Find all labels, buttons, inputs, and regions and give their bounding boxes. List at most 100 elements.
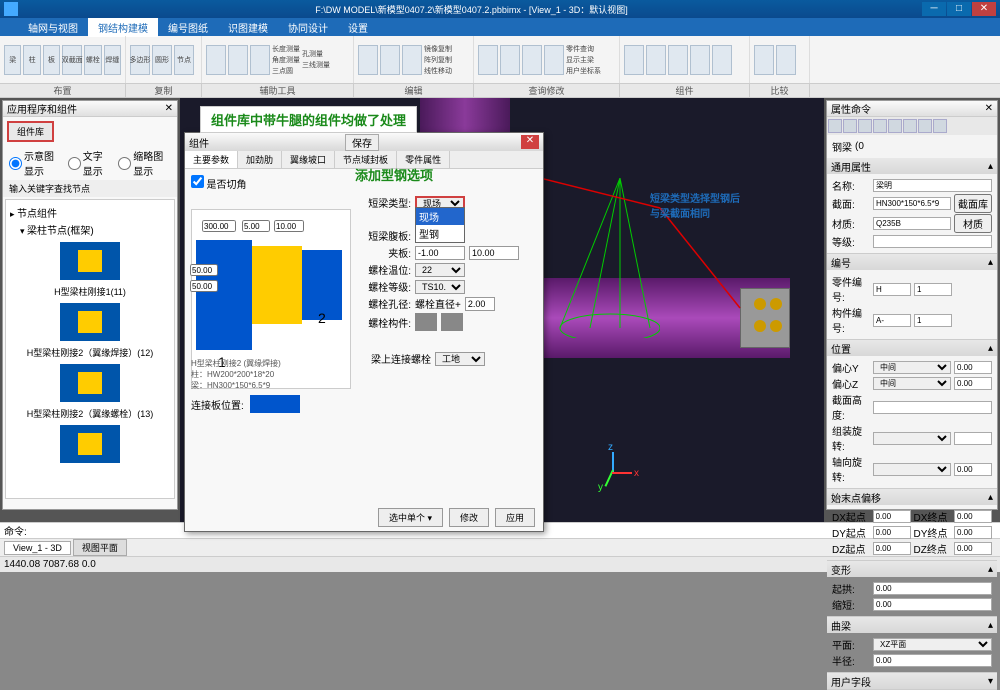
maximize-button[interactable]: □	[947, 2, 971, 16]
eccz-val[interactable]	[954, 377, 992, 390]
minimize-button[interactable]: ─	[922, 2, 946, 16]
rp-tool-6[interactable]	[903, 119, 917, 133]
clearance-input-1[interactable]	[415, 246, 465, 260]
ribbon-auxpt[interactable]	[206, 45, 226, 75]
apply-button[interactable]: 应用	[495, 508, 535, 527]
rp-tool-5[interactable]	[888, 119, 902, 133]
ribbon-poly[interactable]: 多边形	[130, 45, 150, 75]
menu-tab-4[interactable]: 协同设计	[278, 18, 338, 37]
dim-d[interactable]	[190, 264, 218, 276]
prop-section-input[interactable]	[873, 197, 951, 210]
tree-thumb-3[interactable]	[60, 425, 120, 463]
beam-conn-select[interactable]: 工地	[435, 352, 485, 366]
ribbon-mv[interactable]	[402, 45, 422, 75]
ribbon-comp2[interactable]	[646, 45, 666, 75]
menu-tab-5[interactable]: 设置	[338, 18, 378, 37]
ribbon-auxpl[interactable]	[250, 45, 270, 75]
eccz-sel[interactable]: 中间	[873, 377, 951, 390]
menu-tab-1[interactable]: 钢结构建模	[88, 18, 158, 37]
curve-plane[interactable]: XZ平面	[873, 638, 992, 651]
ribbon-beam[interactable]: 梁	[4, 45, 21, 75]
eccy-val[interactable]	[954, 361, 992, 374]
dxs[interactable]	[873, 510, 911, 523]
dys[interactable]	[873, 526, 911, 539]
rp-sec-position[interactable]: 位置▴	[827, 340, 997, 356]
prop-name-input[interactable]	[873, 179, 992, 192]
partno-p[interactable]	[873, 283, 911, 296]
component-tree[interactable]: ▸ 节点组件 ▾ 梁柱节点(框架) H型梁柱刚接1(11) H型梁柱刚接2（翼缘…	[5, 199, 175, 499]
tree-thumb-1[interactable]	[60, 303, 120, 341]
ribbon-box[interactable]	[380, 45, 400, 75]
dim-e[interactable]	[190, 280, 218, 292]
deform-reduce[interactable]	[873, 598, 992, 611]
dye[interactable]	[954, 526, 992, 539]
ribbon-cmp1[interactable]	[754, 45, 774, 75]
dialog-close-icon[interactable]: ✕	[521, 135, 539, 149]
left-panel-close-icon[interactable]: ✕	[165, 103, 173, 114]
assyno-n[interactable]	[914, 314, 952, 327]
sech-input[interactable]	[873, 401, 992, 414]
membrot-sel[interactable]	[873, 463, 951, 476]
assyrot-sel[interactable]	[873, 432, 951, 445]
short-beam-type-dropdown[interactable]: 现场 型钢	[415, 207, 465, 243]
bolt-fitting-icon-1[interactable]	[415, 313, 437, 331]
ribbon-comp4[interactable]	[690, 45, 710, 75]
ribbon-boltpart[interactable]	[522, 45, 542, 75]
dlg-tab-1[interactable]: 加劲肋	[238, 151, 282, 168]
ribbon-main[interactable]	[500, 45, 520, 75]
save-button[interactable]: 保存	[345, 134, 379, 151]
rp-sec-curve[interactable]: 曲梁▴	[827, 617, 997, 633]
material-button[interactable]: 材质	[954, 214, 992, 233]
dim-a[interactable]	[202, 220, 236, 232]
modify-button[interactable]: 修改	[449, 508, 489, 527]
select-single-button[interactable]: 选中单个 ▾	[378, 508, 443, 527]
prop-prefix-input[interactable]	[873, 235, 992, 248]
rp-tool-3[interactable]	[858, 119, 872, 133]
menu-tab-3[interactable]: 识图建模	[218, 18, 278, 37]
partno-n[interactable]	[914, 283, 952, 296]
ribbon-comp5[interactable]	[712, 45, 732, 75]
ribbon-plate[interactable]: 板	[43, 45, 60, 75]
deform-start[interactable]	[873, 582, 992, 595]
clearance-input-2[interactable]	[469, 246, 519, 260]
tree-thumb-2[interactable]	[60, 364, 120, 402]
component-library-button[interactable]: 组件库	[7, 121, 54, 142]
ribbon-weld[interactable]: 焊缝	[104, 45, 121, 75]
close-button[interactable]: ✕	[972, 2, 996, 16]
bolt-hole-input[interactable]	[465, 297, 495, 311]
bolt-fitting-icon-2[interactable]	[441, 313, 463, 331]
eccy-sel[interactable]: 中间	[873, 361, 951, 374]
ribbon-column[interactable]: 柱	[23, 45, 40, 75]
rp-close-icon[interactable]: ✕	[985, 103, 993, 114]
bolt-gap-select[interactable]: 22	[415, 263, 465, 277]
ribbon-node[interactable]: 节点	[174, 45, 194, 75]
rp-sec-deform[interactable]: 变形▴	[827, 561, 997, 577]
view-tab-1[interactable]: 视图平面	[73, 539, 127, 556]
rp-sec-numbering[interactable]: 编号▴	[827, 254, 997, 270]
ribbon-cmp2[interactable]	[776, 45, 796, 75]
rp-tool-2[interactable]	[843, 119, 857, 133]
rp-tool-1[interactable]	[828, 119, 842, 133]
dim-b[interactable]	[242, 220, 270, 232]
curve-radius[interactable]	[873, 654, 992, 667]
rp-tool-8[interactable]	[933, 119, 947, 133]
ribbon-sel[interactable]	[358, 45, 378, 75]
ribbon-auxln[interactable]	[228, 45, 248, 75]
radio-preview[interactable]: 缩略图显示	[118, 148, 171, 178]
dlg-tab-0[interactable]: 主要参数	[185, 151, 238, 168]
ribbon-circ[interactable]: 圆形	[152, 45, 172, 75]
membrot-val[interactable]	[954, 463, 992, 476]
ribbon-comp1[interactable]	[624, 45, 644, 75]
bolt-grade-select[interactable]: TS10.9	[415, 280, 465, 294]
dialog-title-bar[interactable]: 组件 保存 ✕	[185, 133, 543, 151]
rp-sec-general[interactable]: 通用属性▴	[827, 158, 997, 174]
assyrot-val[interactable]	[954, 432, 992, 445]
ribbon-clear[interactable]	[544, 45, 564, 75]
assyno-p[interactable]	[873, 314, 911, 327]
dxe[interactable]	[954, 510, 992, 523]
menu-tab-2[interactable]: 编号图纸	[158, 18, 218, 37]
dlg-tab-2[interactable]: 翼缘坡口	[282, 151, 335, 168]
ribbon-find[interactable]	[478, 45, 498, 75]
rp-sec-user[interactable]: 用户字段▾	[827, 673, 997, 689]
prop-material-input[interactable]	[873, 217, 951, 230]
